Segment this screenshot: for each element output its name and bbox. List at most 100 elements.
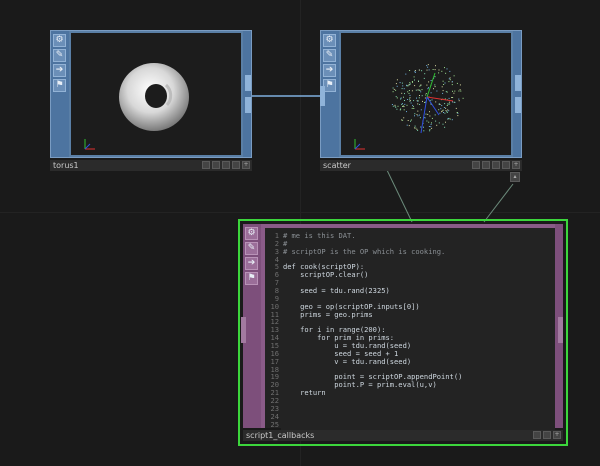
code-line: # me is this DAT. [283, 231, 356, 240]
scatter-point [414, 115, 415, 117]
output-port[interactable] [515, 97, 521, 113]
gear-icon[interactable]: ⚙ [323, 34, 336, 47]
scatter-point [413, 108, 415, 109]
node-viewer[interactable] [71, 33, 241, 155]
scatter-point [396, 79, 398, 81]
expand-icon[interactable]: ▴ [510, 172, 520, 182]
flags-icon[interactable]: ⚑ [245, 272, 258, 285]
scatter-point [407, 91, 409, 93]
scatter-point [434, 114, 436, 116]
scatter-point [438, 109, 440, 111]
node-scatter[interactable]: ⚙ ✎ ➔ ⚑ scatter + ▴ [320, 30, 522, 184]
scatter-point [425, 93, 427, 94]
scatter-point [408, 90, 410, 91]
scatter-point [421, 70, 423, 72]
scatter-point [427, 88, 429, 90]
output-port[interactable] [515, 75, 521, 91]
scatter-point [418, 89, 420, 91]
node-script1-callbacks[interactable]: ⚙ ✎ ➔ ⚑ 1 2 3 4 5 6 7 8 9 10 11 12 13 14 15 16 17 18 19 20 2… [241, 222, 565, 443]
scatter-point [411, 90, 413, 92]
scatter-point [401, 103, 403, 105]
scatter-point [435, 120, 437, 122]
scatter-point [448, 81, 450, 83]
scatter-point [427, 113, 429, 115]
scatter-point [412, 104, 414, 106]
scatter-point [414, 70, 416, 71]
render-icon[interactable] [232, 161, 240, 169]
scatter-point [409, 82, 411, 84]
code-line: # scriptOP is the OP which is cooking. [283, 246, 446, 256]
scatter-point [447, 109, 449, 111]
scatter-point [417, 110, 419, 112]
pencil-icon[interactable]: ✎ [245, 242, 258, 255]
arrow-icon[interactable]: ➔ [53, 64, 66, 77]
add-icon[interactable]: + [242, 161, 250, 169]
scatter-point [449, 103, 451, 105]
scatter-point [417, 129, 419, 131]
scatter-point [442, 123, 444, 125]
scatter-point [431, 122, 432, 124]
node-name[interactable]: scatter [323, 161, 351, 170]
scatter-point [399, 109, 401, 111]
scatter-point [399, 82, 401, 84]
wire-scatter-to-script-2 [483, 183, 514, 223]
scatter-point [420, 126, 422, 128]
node-frame: ⚙ ✎ ➔ ⚑ [320, 30, 522, 158]
scatter-point [448, 78, 450, 80]
lock-icon[interactable] [212, 161, 220, 169]
scatter-point [451, 81, 453, 83]
scatter-point [451, 84, 453, 86]
pencil-icon[interactable]: ✎ [323, 49, 336, 62]
node-torus1[interactable]: ⚙ ✎ ➔ ⚑ torus1 + [50, 30, 252, 171]
scatter-point [444, 103, 446, 105]
render-icon[interactable] [502, 161, 510, 169]
scatter-point [402, 105, 403, 107]
scatter-point [420, 109, 422, 111]
code-editor[interactable]: # me is this DAT. # # scriptOP is the OP w… [281, 228, 555, 432]
scatter-point [445, 107, 447, 109]
scatter-point [409, 97, 411, 99]
scatter-point [449, 118, 451, 120]
scatter-point [428, 87, 429, 89]
node-viewer[interactable] [341, 33, 511, 155]
gear-icon[interactable]: ⚙ [245, 227, 258, 240]
scatter-point [400, 108, 402, 110]
display-icon[interactable] [222, 161, 230, 169]
node-name[interactable]: torus1 [53, 161, 79, 170]
node-frame: ⚙ ✎ ➔ ⚑ 1 2 3 4 5 6 7 8 9 10 11 12 13 14 15 16 17 18 19 20 2… [243, 224, 563, 432]
scatter-point [413, 100, 415, 102]
scatter-point [423, 77, 425, 79]
lock-icon[interactable] [543, 431, 551, 439]
scatter-point [446, 68, 448, 70]
bypass-icon[interactable] [472, 161, 480, 169]
input-port[interactable] [241, 317, 246, 343]
node-name[interactable]: script1_callbacks [246, 431, 314, 440]
arrow-icon[interactable]: ➔ [323, 64, 336, 77]
scatter-point [421, 95, 423, 97]
scatter-point [407, 85, 409, 87]
node-side-strip [243, 31, 251, 157]
add-icon[interactable]: + [553, 431, 561, 439]
display-icon[interactable] [492, 161, 500, 169]
output-port[interactable] [558, 317, 563, 343]
output-port[interactable] [245, 97, 251, 113]
bypass-icon[interactable] [202, 161, 210, 169]
scatter-point [433, 88, 434, 90]
scatter-point [446, 110, 448, 112]
scatter-point [418, 114, 420, 116]
input-port[interactable] [320, 86, 325, 106]
lock-icon[interactable] [482, 161, 490, 169]
scatter-point [412, 106, 414, 108]
scatter-point [442, 109, 444, 111]
output-port[interactable] [245, 75, 251, 91]
bypass-icon[interactable] [533, 431, 541, 439]
arrow-icon[interactable]: ➔ [245, 257, 258, 270]
scatter-point [438, 69, 440, 71]
pencil-icon[interactable]: ✎ [53, 49, 66, 62]
scatter-point [418, 69, 420, 71]
add-icon[interactable]: + [512, 161, 520, 169]
gear-icon[interactable]: ⚙ [53, 34, 66, 47]
flags-icon[interactable]: ⚑ [53, 79, 66, 92]
scatter-axis-line [426, 72, 436, 98]
